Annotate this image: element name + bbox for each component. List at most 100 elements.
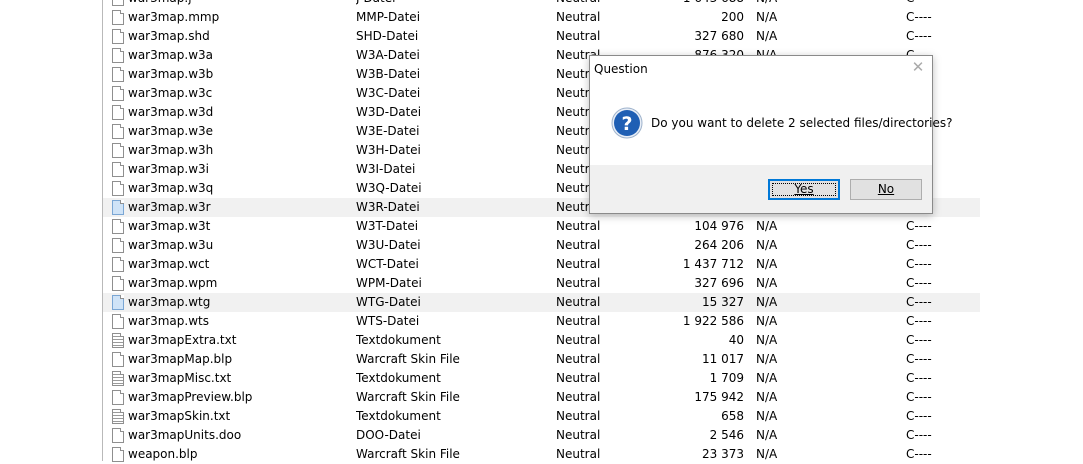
file-type: J-Datei xyxy=(356,0,546,8)
file-name: war3map.wts xyxy=(128,314,209,328)
yes-button[interactable]: Yes xyxy=(768,179,840,200)
file-icon xyxy=(112,390,124,405)
table-row[interactable]: war3mapPreview.blp Warcraft Skin File Neut… xyxy=(103,388,980,407)
file-type: W3D-Datei xyxy=(356,105,422,119)
file-compressed: N/A xyxy=(756,238,778,252)
file-size: 15 327 xyxy=(702,295,744,309)
file-icon xyxy=(112,29,124,44)
file-name: war3map.w3u xyxy=(128,238,214,252)
file-type: W3Q-Datei xyxy=(356,181,422,195)
file-compressed: N/A xyxy=(756,0,816,8)
file-name: war3mapSkin.txt xyxy=(128,409,231,423)
file-icon xyxy=(112,10,124,25)
table-row[interactable]: war3mapExtra.txt Textdokument Neutral 40 N/A… xyxy=(103,331,980,350)
table-row[interactable]: war3map.wpm WPM-Datei Neutral 327 696 N/A C--… xyxy=(103,274,980,293)
no-button[interactable]: No xyxy=(850,179,922,200)
file-zone: Neutral xyxy=(556,29,601,43)
file-name: war3map.shd xyxy=(128,29,210,43)
table-row[interactable]: war3map.wct WCT-Datei Neutral 1 437 712 N/A C… xyxy=(103,255,980,274)
file-attributes: C---- xyxy=(906,314,932,328)
file-icon xyxy=(112,0,124,6)
file-compressed: N/A xyxy=(756,257,778,271)
table-row[interactable]: war3map.wtg WTG-Datei Neutral 15 327 N/A C---… xyxy=(103,293,980,312)
close-icon[interactable]: ✕ xyxy=(910,58,926,76)
file-icon xyxy=(112,447,124,462)
file-zone: Neutral xyxy=(556,371,601,385)
file-icon xyxy=(112,276,124,291)
file-size: 1 437 712 xyxy=(682,257,744,271)
file-icon xyxy=(112,67,124,82)
table-row[interactable]: war3mapMap.blp Warcraft Skin File Neutral 1… xyxy=(103,350,980,369)
table-row[interactable]: weapon.blp Warcraft Skin File Neutral 23 37… xyxy=(103,445,980,464)
file-type: Warcraft Skin File xyxy=(356,390,460,404)
file-type: Warcraft Skin File xyxy=(356,447,460,461)
file-name: war3map.w3r xyxy=(128,200,211,214)
file-zone: Neutral xyxy=(556,352,601,366)
file-zone: Neutral xyxy=(556,257,601,271)
file-name: war3map.w3e xyxy=(128,124,214,138)
file-name: war3map.wpm xyxy=(128,276,218,290)
table-row[interactable]: war3map.mmp MMP-Datei Neutral 200 N/A C---- xyxy=(103,8,980,27)
table-row[interactable]: war3map.w3t W3T-Datei Neutral 104 976 N/A C--… xyxy=(103,217,980,236)
focus-rect xyxy=(772,183,836,196)
table-row[interactable]: war3map.j J-Datei Neutral 1 643 688 N/A C---- xyxy=(103,0,980,8)
file-compressed: N/A xyxy=(756,314,778,328)
file-icon xyxy=(112,352,124,367)
file-compressed: N/A xyxy=(756,447,778,461)
question-icon: ? xyxy=(611,107,643,139)
file-size: 264 206 xyxy=(694,238,744,252)
file-size: 658 xyxy=(721,409,744,423)
table-row[interactable]: war3mapSkin.txt Textdokument Neutral 658 N/A… xyxy=(103,407,980,426)
table-row[interactable]: war3mapMisc.txt Textdokument Neutral 1 709 N… xyxy=(103,369,980,388)
table-row[interactable]: war3map.w3u W3U-Datei Neutral 264 206 N/A C--… xyxy=(103,236,980,255)
file-name: war3map.wct xyxy=(128,257,210,271)
file-attributes: C---- xyxy=(906,447,932,461)
file-size: 2 546 xyxy=(709,428,744,442)
file-zone: Neutral xyxy=(556,409,601,423)
table-row[interactable]: war3map.wts WTS-Datei Neutral 1 922 586 N/A C… xyxy=(103,312,980,331)
file-compressed: N/A xyxy=(756,276,778,290)
file-zone: Neutral xyxy=(556,390,601,404)
file-name: war3map.w3b xyxy=(128,67,214,81)
file-attributes: C---- xyxy=(906,0,966,8)
file-size: 1 709 xyxy=(709,371,744,385)
file-zone: Neutral xyxy=(556,333,601,347)
file-name: war3map.w3q xyxy=(128,181,214,195)
file-compressed: N/A xyxy=(756,219,778,233)
file-type: W3B-Datei xyxy=(356,67,421,81)
file-size: 327 696 xyxy=(694,276,744,290)
file-icon xyxy=(112,162,124,177)
file-attributes: C---- xyxy=(906,428,932,442)
file-attributes: C---- xyxy=(906,333,932,347)
file-compressed: N/A xyxy=(756,333,778,347)
file-name: war3map.w3d xyxy=(128,105,214,119)
file-attributes: C---- xyxy=(906,295,932,309)
dialog-message: Do you want to delete 2 selected files/d… xyxy=(651,116,953,130)
file-type: W3I-Datei xyxy=(356,162,416,176)
file-icon xyxy=(112,105,124,120)
file-name: war3map.w3h xyxy=(128,143,214,157)
file-name: war3mapExtra.txt xyxy=(128,333,237,347)
file-name: war3mapUnits.doo xyxy=(128,428,242,442)
file-type: WCT-Datei xyxy=(356,257,419,271)
file-attributes: C---- xyxy=(906,276,932,290)
file-name: war3map.wtg xyxy=(128,295,211,309)
table-row[interactable]: war3mapUnits.doo DOO-Datei Neutral 2 546 N/A… xyxy=(103,426,980,445)
file-attributes: C---- xyxy=(906,371,932,385)
file-size: 104 976 xyxy=(694,219,744,233)
table-row[interactable]: war3map.shd SHD-Datei Neutral 327 680 N/A C--… xyxy=(103,27,980,46)
file-zone: Neutral xyxy=(556,0,626,8)
file-zone: Neutral xyxy=(556,276,601,290)
file-type: WTG-Datei xyxy=(356,295,421,309)
file-name: war3map.w3i xyxy=(128,162,209,176)
file-compressed: N/A xyxy=(756,10,778,24)
file-type: Textdokument xyxy=(356,371,441,385)
file-name: war3mapPreview.blp xyxy=(128,390,253,404)
file-type: W3H-Datei xyxy=(356,143,421,157)
file-icon xyxy=(112,295,124,310)
file-size: 327 680 xyxy=(694,29,744,43)
file-attributes: C---- xyxy=(906,352,932,366)
file-attributes: C---- xyxy=(906,29,932,43)
file-attributes: C---- xyxy=(906,390,932,404)
file-name: war3mapMisc.txt xyxy=(128,371,232,385)
